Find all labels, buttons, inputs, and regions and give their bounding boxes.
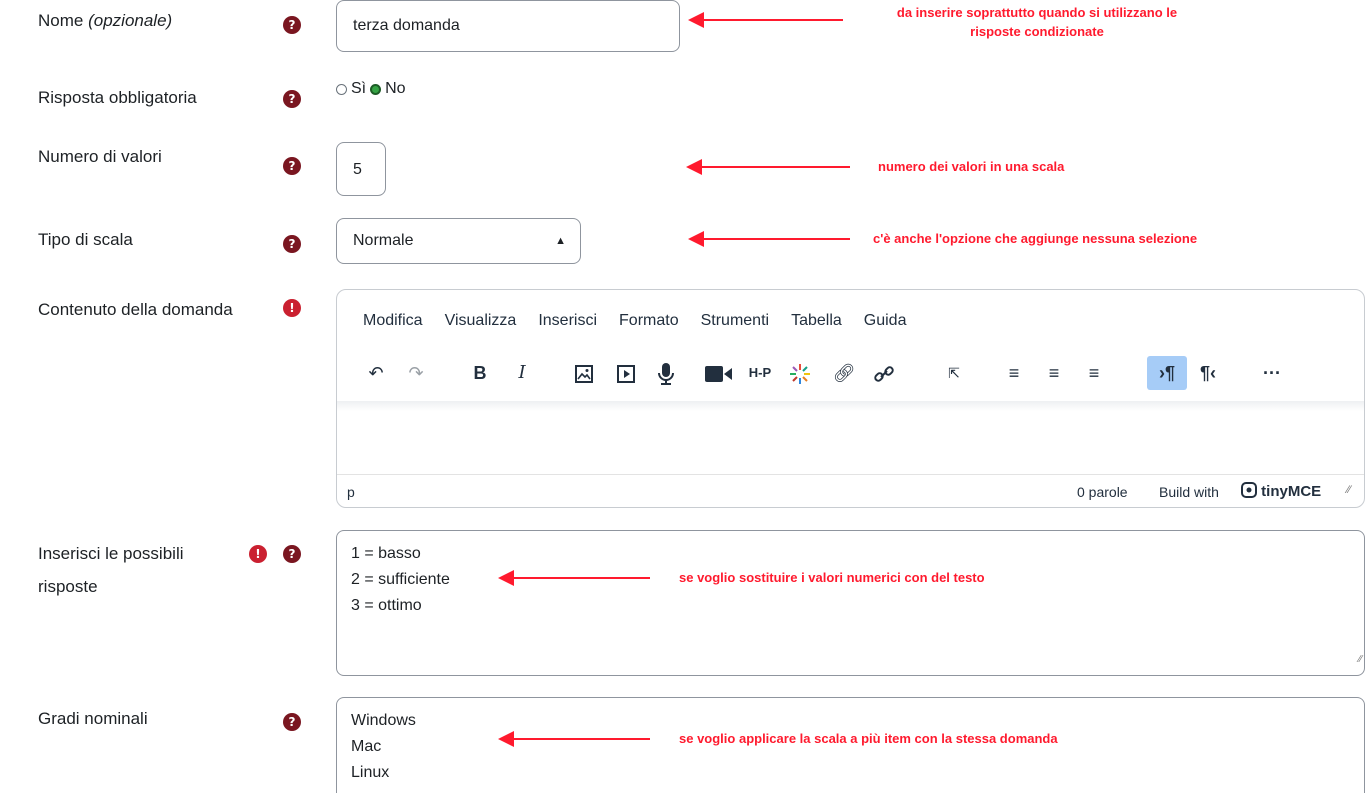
nominal-label: Gradi nominali (38, 709, 148, 728)
bold-icon[interactable]: B (465, 356, 495, 390)
annotation-arrow (686, 159, 850, 175)
unlink-icon[interactable] (869, 356, 899, 390)
scale-type-label: Tipo di scala (38, 230, 133, 249)
name-optional-hint: (opzionale) (88, 11, 173, 30)
answer-line: 1 = basso (351, 545, 421, 562)
tinymce-logo[interactable]: tinyMCE (1241, 482, 1321, 500)
menu-strumenti[interactable]: Strumenti (701, 312, 769, 330)
menu-formato[interactable]: Formato (619, 312, 679, 330)
radio-no[interactable] (370, 83, 382, 95)
radio-yes-label[interactable]: Sì (351, 80, 366, 98)
num-values-label: Numero di valori (38, 147, 162, 166)
editor-toolbar: ↶ ↷ B I H-P 🔗︎ ⇱ ≡ ≡ ≡ ›¶ ¶‹ ··· (361, 356, 1301, 390)
rtl-direction-icon[interactable]: ¶‹ (1193, 356, 1223, 390)
annotation-arrow (498, 731, 650, 747)
radio-yes[interactable] (336, 83, 347, 95)
exclamation-circle-icon: ! (249, 545, 267, 563)
menu-modifica[interactable]: Modifica (363, 312, 423, 330)
question-circle-icon[interactable]: ? (283, 16, 301, 34)
radio-no-label[interactable]: No (385, 80, 405, 98)
question-circle-icon[interactable]: ? (283, 713, 301, 731)
rich-text-editor: Modifica Visualizza Inserisci Formato St… (336, 289, 1365, 508)
select-updown-icon: ▲︎ (555, 235, 566, 247)
ltr-direction-icon[interactable]: ›¶ (1147, 356, 1187, 390)
sparkle-icon[interactable] (785, 356, 815, 390)
editor-menubar: Modifica Visualizza Inserisci Formato St… (363, 312, 906, 330)
image-icon[interactable] (569, 356, 599, 390)
annotation-scale-type: c'è anche l'opzione che aggiunge nessuna… (873, 231, 1198, 246)
annotation-nominal: se voglio applicare la scala a più item … (679, 731, 1058, 746)
num-values-input[interactable]: 5 (336, 142, 386, 196)
menu-inserisci[interactable]: Inserisci (538, 312, 597, 330)
annotation-name: da inserire soprattutto quando si utiliz… (896, 5, 1178, 39)
exclamation-circle-icon: ! (283, 299, 301, 317)
content-label: Contenuto della domanda (38, 300, 233, 319)
resize-handle-icon[interactable]: ∕∕ (1359, 647, 1362, 673)
name-input[interactable]: terza domanda (336, 0, 680, 52)
fullscreen-icon[interactable]: ⇱ (939, 356, 969, 390)
question-circle-icon[interactable]: ? (283, 545, 301, 563)
h5p-icon[interactable]: H-P (743, 356, 777, 390)
question-circle-icon[interactable]: ? (283, 90, 301, 108)
menu-guida[interactable]: Guida (864, 312, 907, 330)
more-options-icon[interactable]: ··· (1257, 356, 1287, 390)
scale-type-select[interactable]: Normale ▲︎ (336, 218, 581, 264)
nominal-line: Linux (351, 764, 390, 781)
answers-textarea[interactable]: 1 = basso 2 = sufficiente 3 = ottimo ∕∕ (336, 530, 1365, 676)
answer-line: 3 = ottimo (351, 597, 422, 614)
link-icon[interactable]: 🔗︎ (829, 356, 859, 390)
resize-handle-icon[interactable]: ∕∕ (1347, 484, 1351, 496)
microphone-icon[interactable] (651, 356, 681, 390)
editor-content-area[interactable] (337, 411, 1364, 473)
annotation-answers: se voglio sostituire i valori numerici c… (679, 570, 985, 585)
toolbar-divider (337, 401, 1364, 411)
question-circle-icon[interactable]: ? (283, 157, 301, 175)
menu-visualizza[interactable]: Visualizza (445, 312, 517, 330)
undo-icon[interactable]: ↶ (361, 356, 391, 390)
annotation-arrow (688, 12, 843, 28)
word-count[interactable]: 0 parole (1077, 484, 1128, 500)
italic-icon[interactable]: I (507, 356, 537, 390)
question-circle-icon[interactable]: ? (283, 235, 301, 253)
video-camera-icon[interactable] (701, 356, 737, 390)
annotation-arrow (498, 570, 650, 586)
align-center-icon[interactable]: ≡ (1039, 356, 1069, 390)
redo-icon[interactable]: ↷ (401, 356, 431, 390)
media-icon[interactable] (611, 356, 641, 390)
build-with-text: Build with (1159, 484, 1219, 500)
name-label: Nome (opzionale) (38, 11, 173, 30)
editor-statusbar: p 0 parole Build with tinyMCE ∕∕ (337, 474, 1364, 509)
required-radio-group: Sì No (336, 80, 406, 98)
align-right-icon[interactable]: ≡ (1079, 356, 1109, 390)
menu-tabella[interactable]: Tabella (791, 312, 842, 330)
annotation-arrow (688, 231, 850, 247)
align-left-icon[interactable]: ≡ (999, 356, 1029, 390)
annotation-num-values: numero dei valori in una scala (878, 159, 1065, 174)
element-path[interactable]: p (347, 484, 355, 500)
required-label: Risposta obbligatoria (38, 88, 197, 107)
answers-label: Inserisci le possibili risposte (38, 544, 184, 596)
